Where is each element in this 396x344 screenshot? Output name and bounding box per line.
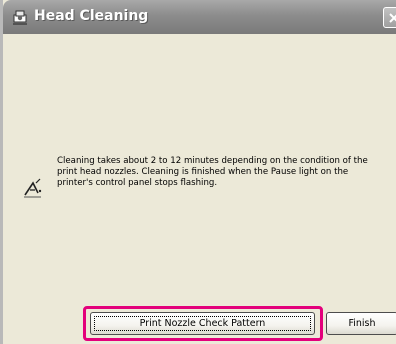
- printer-cleaning-icon: [11, 8, 29, 26]
- finish-label: Finish: [348, 318, 376, 329]
- dialog-content: [11, 34, 396, 344]
- close-icon: [389, 13, 396, 23]
- cleaning-message: Cleaning takes about 2 to 12 minutes dep…: [57, 156, 368, 188]
- finish-button[interactable]: Finish: [326, 312, 396, 335]
- print-nozzle-check-label: Print Nozzle Check Pattern: [139, 318, 266, 329]
- dialog-title: Head Cleaning: [34, 8, 149, 24]
- close-button[interactable]: [383, 7, 396, 28]
- head-cleaning-dialog: Head Cleaning Cleaning takes about 2 to …: [0, 0, 396, 344]
- print-head-info-icon: [22, 177, 44, 201]
- print-nozzle-check-button[interactable]: Print Nozzle Check Pattern: [90, 312, 315, 335]
- title-bar[interactable]: Head Cleaning: [3, 0, 396, 34]
